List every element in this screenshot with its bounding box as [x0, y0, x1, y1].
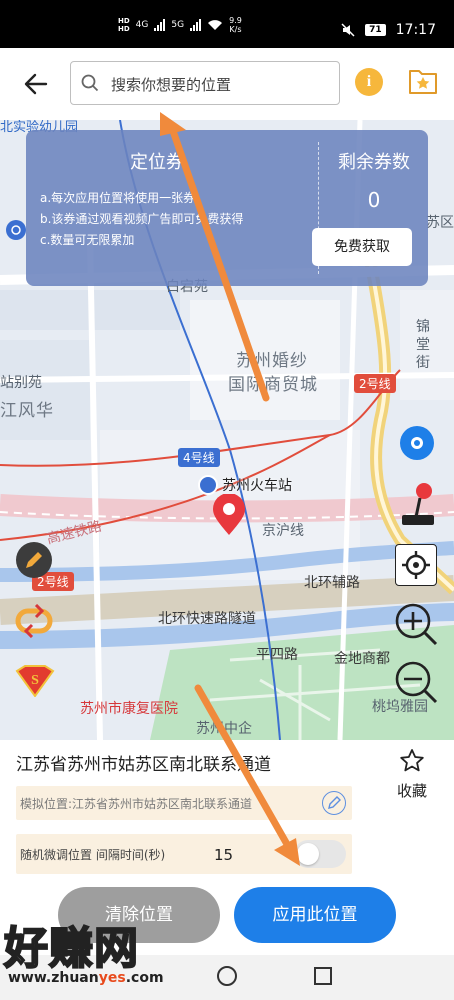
edit-location-button[interactable]: [322, 791, 346, 815]
watermark-url-a: www.zhuan: [8, 970, 99, 986]
pencil-tool-button[interactable]: [16, 542, 52, 578]
map-label-jinghu: 京沪线: [262, 523, 304, 539]
map-label-hospital: 苏州市康复医院: [80, 701, 178, 717]
info-button[interactable]: i: [355, 68, 383, 96]
map-label-beihuan-fulu: 北环辅路: [304, 575, 360, 591]
search-icon: [81, 74, 99, 92]
hd-indicator: HD HD: [118, 17, 130, 33]
metro-badge-line4: 4号线: [178, 448, 220, 467]
zoom-out-button[interactable]: [392, 658, 440, 706]
sim1-label: 4G: [135, 20, 149, 30]
signal-icon-2: [190, 19, 202, 31]
station-marker[interactable]: 苏州火车站: [198, 475, 292, 495]
star-icon: [400, 749, 424, 772]
watermark-url: www.zhuanyes.com: [8, 970, 164, 986]
map-label-jindi: 金地商都: [334, 651, 390, 667]
crosshair-icon: [402, 551, 430, 579]
superman-button[interactable]: S: [14, 664, 56, 698]
collect-label: 收藏: [396, 782, 427, 800]
coupon-card: 定位券 a.每次应用位置将使用一张券 b.该券通过观看视频广告即可免费获得 c.…: [26, 130, 428, 286]
coupon-rules: a.每次应用位置将使用一张券 b.该券通过观看视频广告即可免费获得 c.数量可无…: [40, 188, 243, 251]
apply-location-button[interactable]: 应用此位置: [234, 887, 396, 943]
random-adjust-row: 随机微调位置 间隔时间(秒) 15: [16, 834, 352, 874]
favorites-button[interactable]: [408, 67, 438, 99]
navigate-button[interactable]: [400, 426, 434, 460]
map-label-jiangfenghua: 江风华: [0, 401, 54, 421]
wifi-icon: [208, 20, 223, 30]
map-label-jintang-3: 街: [416, 355, 430, 371]
coupon-title: 定位券: [130, 152, 184, 173]
coupon-rule-c: c.数量可无限累加: [40, 233, 135, 247]
clock: 17:17: [395, 22, 436, 38]
coupon-remaining-count: 0: [367, 188, 381, 212]
collect-button[interactable]: 收藏: [390, 748, 434, 801]
recents-button[interactable]: [314, 967, 332, 985]
map-label-pingsi: 平四路: [256, 647, 298, 663]
metro-badge-line2-east: 2号线: [354, 374, 396, 393]
loop-icon: [15, 604, 53, 638]
svg-text:S: S: [31, 673, 39, 688]
pencil-icon: [26, 552, 42, 568]
map-label-jintang-2: 堂: [416, 337, 430, 353]
station-name: 苏州火车站: [222, 478, 292, 494]
back-button[interactable]: [18, 68, 54, 100]
sim2-label: 5G: [171, 20, 185, 30]
interval-input[interactable]: 15: [214, 846, 233, 864]
top-bar: 搜索你想要的位置 i: [0, 48, 454, 120]
station-icon: [198, 475, 218, 495]
net-speed: 9.9 K/s: [229, 16, 242, 34]
watermark-url-b: yes: [98, 970, 126, 986]
coupon-rule-a: a.每次应用位置将使用一张券: [40, 191, 196, 205]
battery-indicator: 71: [365, 24, 386, 36]
hd-label-2: HD: [118, 25, 130, 33]
joystick-icon: [402, 483, 434, 525]
net-speed-unit: K/s: [229, 25, 242, 34]
superman-icon: S: [15, 665, 55, 697]
simulated-location-text: 模拟位置:江苏省苏州市姑苏区南北联系通道: [20, 797, 253, 811]
map-label-su: 苏区: [426, 215, 454, 231]
watermark: 好赚网 www.zhuanyes.com: [3, 912, 204, 998]
coupon-remaining-label: 剩余券数: [338, 152, 410, 173]
zoom-out-icon: [395, 661, 438, 704]
joystick-button[interactable]: [396, 480, 440, 528]
edit-pencil-icon: [328, 796, 341, 809]
status-right: 71 17:17: [341, 22, 436, 38]
locate-button[interactable]: [395, 544, 437, 586]
hd-label-1: HD: [118, 17, 130, 25]
random-adjust-toggle[interactable]: [294, 840, 346, 868]
map-label-zhanbie: 站别苑: [0, 375, 42, 391]
random-adjust-label: 随机微调位置 间隔时间(秒): [20, 848, 166, 862]
status-indicators: HD HD 4G 5G 9.9 K/s: [118, 16, 242, 34]
simulated-location-row: 模拟位置:江苏省苏州市姑苏区南北联系通道: [16, 786, 352, 820]
map-label-jintang-1: 锦: [416, 319, 430, 335]
zoom-in-icon: [395, 603, 438, 646]
selected-address: 江苏省苏州市姑苏区南北联系通道: [16, 755, 271, 775]
watermark-logo: 好赚网: [3, 922, 139, 975]
search-placeholder: 搜索你想要的位置: [111, 76, 232, 94]
location-pin-icon[interactable]: [212, 494, 246, 536]
back-arrow-icon: [24, 73, 48, 95]
map-label-trade-city: 国际商贸城: [228, 375, 318, 395]
map-label-wedding: 苏州婚纱: [236, 351, 308, 371]
navigation-icon: [411, 437, 423, 449]
map-label-beihuan-tunnel: 北环快速路隧道: [158, 611, 256, 627]
mute-icon: [341, 23, 355, 37]
search-input[interactable]: 搜索你想要的位置: [70, 61, 340, 105]
loop-route-button[interactable]: [12, 602, 56, 640]
map-label-suzhouzhong: 苏州中企: [196, 721, 252, 737]
net-speed-value: 9.9: [229, 16, 242, 25]
metro-icon: [11, 225, 21, 235]
status-bar: HD HD 4G 5G 9.9 K/s 71 17:17: [0, 0, 454, 48]
map-view[interactable]: 北实验幼儿园 白宕苑 苏州婚纱 国际商贸城 站别苑 江风华 锦 堂 街 苏区 高…: [0, 120, 454, 740]
signal-icon: [154, 19, 166, 31]
watermark-url-c: .com: [125, 970, 164, 986]
zoom-in-button[interactable]: [392, 600, 440, 648]
home-button[interactable]: [217, 966, 237, 986]
coupon-rule-b: b.该券通过观看视频广告即可免费获得: [40, 212, 244, 226]
favorite-folder-icon: [409, 70, 437, 94]
map-poi-button[interactable]: [6, 220, 26, 240]
get-coupon-button[interactable]: 免费获取: [312, 228, 412, 266]
